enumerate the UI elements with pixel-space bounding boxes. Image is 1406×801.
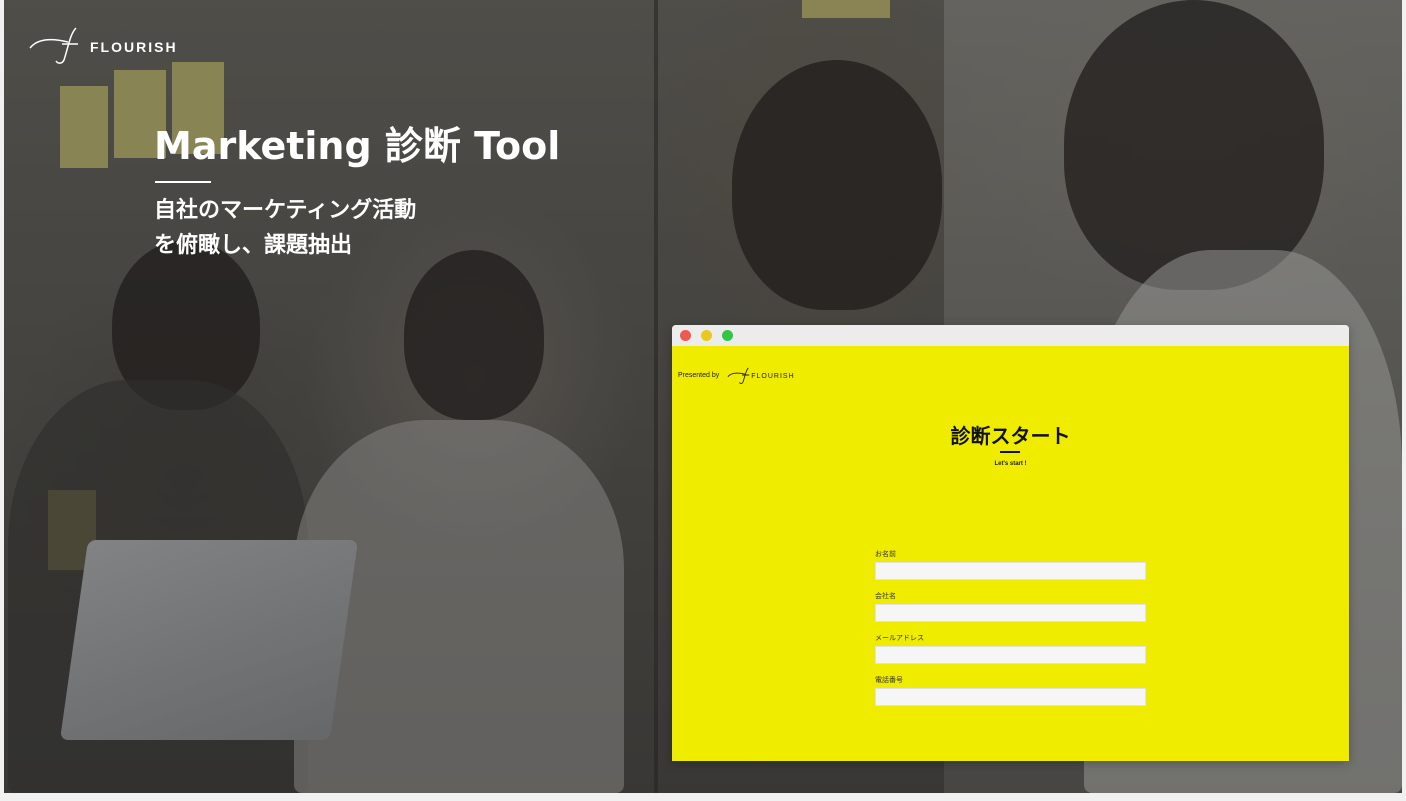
start-title-divider	[1000, 451, 1020, 453]
name-field-label: お名前	[875, 550, 896, 558]
email-field[interactable]	[875, 646, 1146, 664]
name-field[interactable]	[875, 562, 1146, 580]
phone-field-label: 電話番号	[875, 676, 903, 684]
presented-by-label: Presented by	[678, 371, 720, 379]
window-minimize-icon[interactable]	[701, 330, 712, 341]
start-subtitle: Let's start !	[994, 461, 1027, 467]
diagnosis-window: Presented by FLOURISH 診断スタート Let's start…	[672, 325, 1349, 761]
window-maximize-icon[interactable]	[722, 330, 733, 341]
company-field-label: 会社名	[875, 592, 896, 600]
phone-field[interactable]	[875, 688, 1146, 706]
presented-by-brand: FLOURISH	[751, 373, 795, 380]
title-divider	[155, 181, 211, 183]
brand-name: FLOURISH	[90, 39, 178, 55]
hero-subtitle-line-2: を俯瞰し、課題抽出	[154, 233, 353, 258]
window-close-icon[interactable]	[680, 330, 691, 341]
hero-subtitle-line-1: 自社のマーケティング活動	[154, 198, 417, 223]
company-field[interactable]	[875, 604, 1146, 622]
email-field-label: メールアドレス	[875, 634, 924, 642]
presented-by: Presented by FLOURISH	[678, 365, 795, 385]
start-title: 診断スタート	[950, 424, 1071, 448]
window-titlebar	[672, 325, 1349, 346]
hero-title: Marketing 診断 Tool	[154, 124, 561, 168]
brand-logo[interactable]: FLOURISH	[28, 24, 178, 64]
